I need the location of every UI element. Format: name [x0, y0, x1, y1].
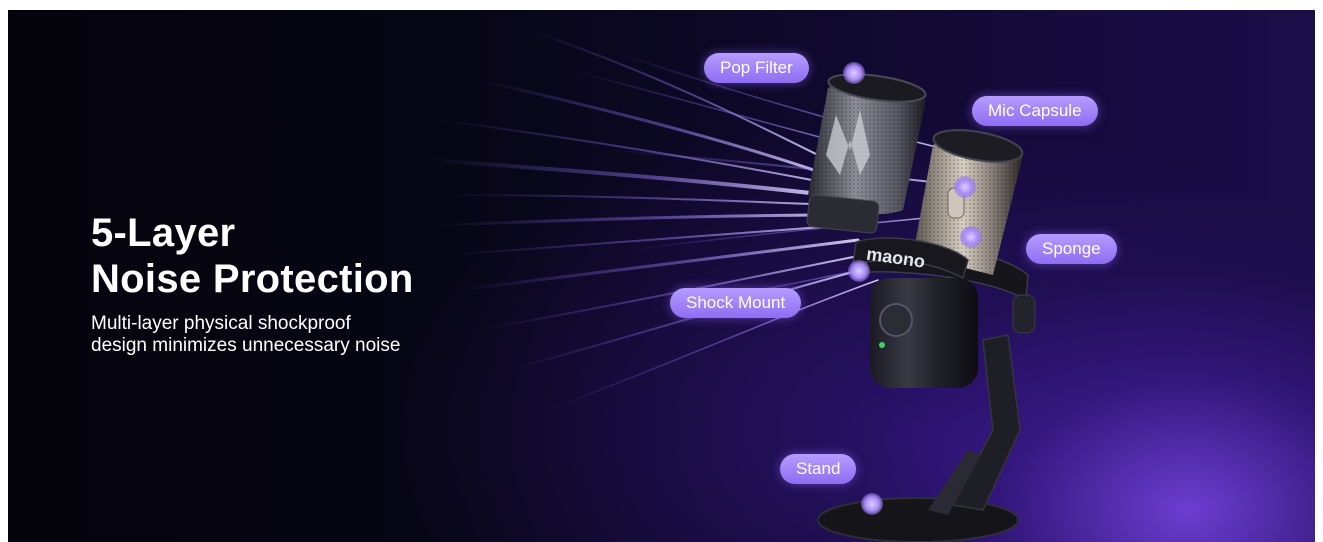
label-stand: Stand: [780, 454, 857, 484]
hotspot-pop-filter[interactable]: [843, 62, 865, 84]
label-pop-filter: Pop Filter: [704, 53, 809, 83]
label-sponge: Sponge: [1026, 234, 1117, 264]
pop-filter-neck: [806, 194, 880, 234]
hotspot-stand[interactable]: [861, 493, 883, 515]
gain-knob: [879, 303, 913, 337]
stand-base: [817, 497, 1019, 542]
side-knob: [1012, 294, 1036, 334]
label-shock-mount: Shock Mount: [670, 288, 802, 318]
hotspot-sponge[interactable]: [960, 226, 982, 248]
hotspot-mic-capsule[interactable]: [954, 176, 976, 198]
product-banner: 5-Layer Noise Protection Multi-layer phy…: [8, 10, 1315, 542]
microphone-illustration: maono: [806, 73, 1036, 542]
hotspot-shock-mount[interactable]: [848, 260, 870, 282]
label-mic-capsule: Mic Capsule: [972, 96, 1098, 126]
